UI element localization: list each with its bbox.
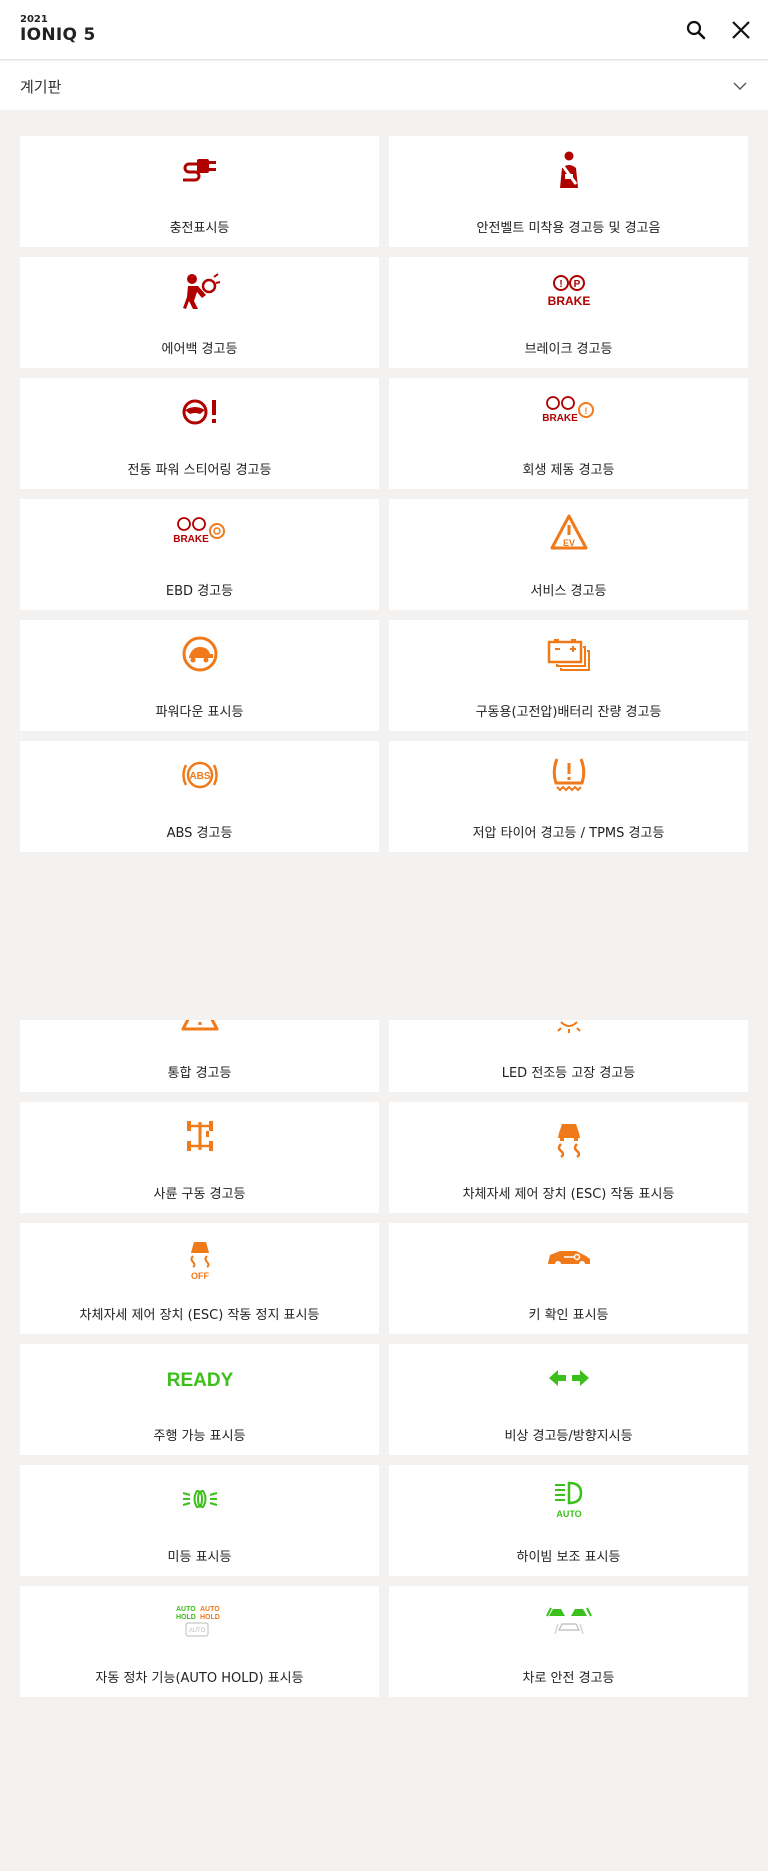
lane-safety-icon bbox=[389, 1600, 748, 1646]
indicator-label: 전동 파워 스티어링 경고등 bbox=[127, 463, 272, 478]
indicator-card[interactable]: EV 서비스 경고등 bbox=[389, 499, 748, 610]
ebd-brake-icon: BRAKE bbox=[20, 513, 379, 559]
battery-icon bbox=[389, 634, 748, 680]
awd-icon bbox=[20, 1116, 379, 1162]
svg-text:BRAKE: BRAKE bbox=[547, 294, 590, 308]
svg-text:EV: EV bbox=[562, 538, 574, 548]
car-key-icon bbox=[389, 1237, 748, 1283]
position-lamp-icon bbox=[20, 1479, 379, 1525]
category-dropdown-value: 계기판 bbox=[20, 78, 62, 96]
indicator-label: 하이빔 보조 표시등 bbox=[516, 1550, 621, 1565]
ready-icon: READY bbox=[20, 1358, 379, 1404]
seatbelt-icon bbox=[389, 150, 748, 196]
indicator-label: 충전표시등 bbox=[169, 221, 230, 236]
indicator-label: 사륜 구동 경고등 bbox=[153, 1187, 246, 1202]
auto-hold-icon: AUTO HOLD AUTO HOLD AUTO bbox=[20, 1600, 379, 1646]
indicator-label: 차체자세 제어 장치 (ESC) 작동 표시등 bbox=[462, 1187, 675, 1202]
indicator-label: 저압 타이어 경고등 / TPMS 경고등 bbox=[472, 826, 665, 841]
indicator-label: 차체자세 제어 장치 (ESC) 작동 정지 표시등 bbox=[79, 1308, 320, 1323]
esc-icon bbox=[389, 1116, 748, 1162]
chevron-down-icon bbox=[733, 82, 747, 90]
indicator-card[interactable]: 비상 경고등/방향지시등 bbox=[389, 1344, 748, 1455]
svg-text:AUTO: AUTO bbox=[176, 1606, 196, 1613]
model-name: IONIQ 5 bbox=[20, 25, 96, 45]
high-beam-assist-icon: AUTO bbox=[389, 1479, 748, 1525]
regen-brake-icon: BRAKE! bbox=[389, 392, 748, 438]
power-down-turtle-icon bbox=[20, 634, 379, 680]
svg-text:AUTO: AUTO bbox=[200, 1606, 220, 1613]
indicator-card[interactable]: 전동 파워 스티어링 경고등 bbox=[20, 378, 379, 489]
indicator-card[interactable]: 에어백 경고등 bbox=[20, 257, 379, 368]
svg-text:!: ! bbox=[584, 406, 587, 416]
indicator-label: 안전벨트 미착용 경고등 및 경고음 bbox=[476, 221, 661, 236]
indicator-label: 서비스 경고등 bbox=[530, 584, 607, 599]
svg-text:OFF: OFF bbox=[191, 1271, 209, 1281]
indicator-card[interactable]: 미등 표시등 bbox=[20, 1465, 379, 1576]
category-dropdown[interactable]: 계기판 bbox=[0, 61, 768, 110]
indicator-label: 파워다운 표시등 bbox=[155, 705, 244, 720]
tpms-icon bbox=[389, 755, 748, 801]
indicator-card[interactable]: 안전벨트 미착용 경고등 및 경고음 bbox=[389, 136, 748, 247]
indicator-label: LED 전조등 고장 경고등 bbox=[501, 1066, 636, 1081]
indicator-card[interactable]: 키 확인 표시등 bbox=[389, 1223, 748, 1334]
indicator-label: 미등 표시등 bbox=[167, 1550, 232, 1565]
model-year: 2021 bbox=[20, 14, 48, 25]
indicator-label: 차로 안전 경고등 bbox=[522, 1671, 615, 1686]
indicator-card[interactable]: ABS ABS 경고등 bbox=[20, 741, 379, 852]
indicator-label: 주행 가능 표시등 bbox=[153, 1429, 246, 1444]
indicator-label: 통합 경고등 bbox=[167, 1066, 232, 1081]
indicator-label: 회생 제동 경고등 bbox=[522, 463, 615, 478]
indicator-label: 브레이크 경고등 bbox=[524, 342, 613, 357]
indicator-card[interactable]: 충전표시등 bbox=[20, 136, 379, 247]
charging-plug-icon bbox=[20, 150, 379, 196]
led-headlamp-icon bbox=[389, 1020, 748, 1034]
indicator-label: 키 확인 표시등 bbox=[528, 1308, 609, 1323]
svg-text:HOLD: HOLD bbox=[176, 1614, 196, 1621]
steering-warning-icon bbox=[20, 392, 379, 438]
master-warning-icon bbox=[20, 1020, 379, 1034]
indicator-card[interactable]: 차로 안전 경고등 bbox=[389, 1586, 748, 1697]
indicator-card[interactable]: 파워다운 표시등 bbox=[20, 620, 379, 731]
close-icon[interactable] bbox=[729, 18, 753, 42]
indicator-card[interactable]: 차체자세 제어 장치 (ESC) 작동 표시등 bbox=[389, 1102, 748, 1213]
turn-signal-icon bbox=[389, 1358, 748, 1404]
app-header: 2021 IONIQ 5 bbox=[0, 0, 768, 60]
indicator-card[interactable]: 통합 경고등 bbox=[20, 1020, 379, 1092]
ev-service-triangle-icon: EV bbox=[389, 513, 748, 559]
abs-icon: ABS bbox=[20, 755, 379, 801]
indicator-card[interactable]: 구동용(고전압)배터리 잔량 경고등 bbox=[389, 620, 748, 731]
svg-text:BRAKE: BRAKE bbox=[173, 534, 209, 545]
svg-text:P: P bbox=[573, 279, 580, 290]
indicator-card[interactable]: 저압 타이어 경고등 / TPMS 경고등 bbox=[389, 741, 748, 852]
indicator-card[interactable]: BRAKE EBD 경고등 bbox=[20, 499, 379, 610]
esc-off-icon: OFF bbox=[20, 1237, 379, 1283]
indicator-card[interactable]: LED 전조등 고장 경고등 bbox=[389, 1020, 748, 1092]
airbag-icon bbox=[20, 271, 379, 317]
svg-text:HOLD: HOLD bbox=[200, 1614, 220, 1621]
indicator-label: 구동용(고전압)배터리 잔량 경고등 bbox=[475, 705, 662, 720]
indicator-card[interactable]: AUTO 하이빔 보조 표시등 bbox=[389, 1465, 748, 1576]
svg-text:READY: READY bbox=[166, 1370, 233, 1391]
svg-text:!: ! bbox=[559, 279, 562, 290]
indicator-card[interactable]: OFF 차체자세 제어 장치 (ESC) 작동 정지 표시등 bbox=[20, 1223, 379, 1334]
indicator-card[interactable]: BRAKE! 회생 제동 경고등 bbox=[389, 378, 748, 489]
svg-text:AUTO: AUTO bbox=[556, 1509, 581, 1519]
indicator-label: 비상 경고등/방향지시등 bbox=[504, 1429, 633, 1444]
indicator-card[interactable]: AUTO HOLD AUTO HOLD AUTO 자동 정차 기능(AUTO HOLD)… bbox=[20, 1586, 379, 1697]
indicator-label: 에어백 경고등 bbox=[161, 342, 238, 357]
brake-icon: ! P BRAKE bbox=[389, 271, 748, 317]
brand-logo: 2021 IONIQ 5 bbox=[20, 14, 96, 45]
indicator-card[interactable]: READY 주행 가능 표시등 bbox=[20, 1344, 379, 1455]
indicator-label: ABS 경고등 bbox=[166, 826, 233, 841]
indicator-card[interactable]: 사륜 구동 경고등 bbox=[20, 1102, 379, 1213]
indicator-label: EBD 경고등 bbox=[165, 584, 234, 599]
svg-text:ABS: ABS bbox=[189, 771, 210, 782]
indicator-card[interactable]: ! P BRAKE 브레이크 경고등 bbox=[389, 257, 748, 368]
indicator-label: 자동 정차 기능(AUTO HOLD) 표시등 bbox=[95, 1671, 304, 1686]
svg-text:AUTO: AUTO bbox=[188, 1628, 205, 1634]
svg-text:BRAKE: BRAKE bbox=[542, 413, 578, 424]
search-icon[interactable] bbox=[684, 18, 708, 42]
